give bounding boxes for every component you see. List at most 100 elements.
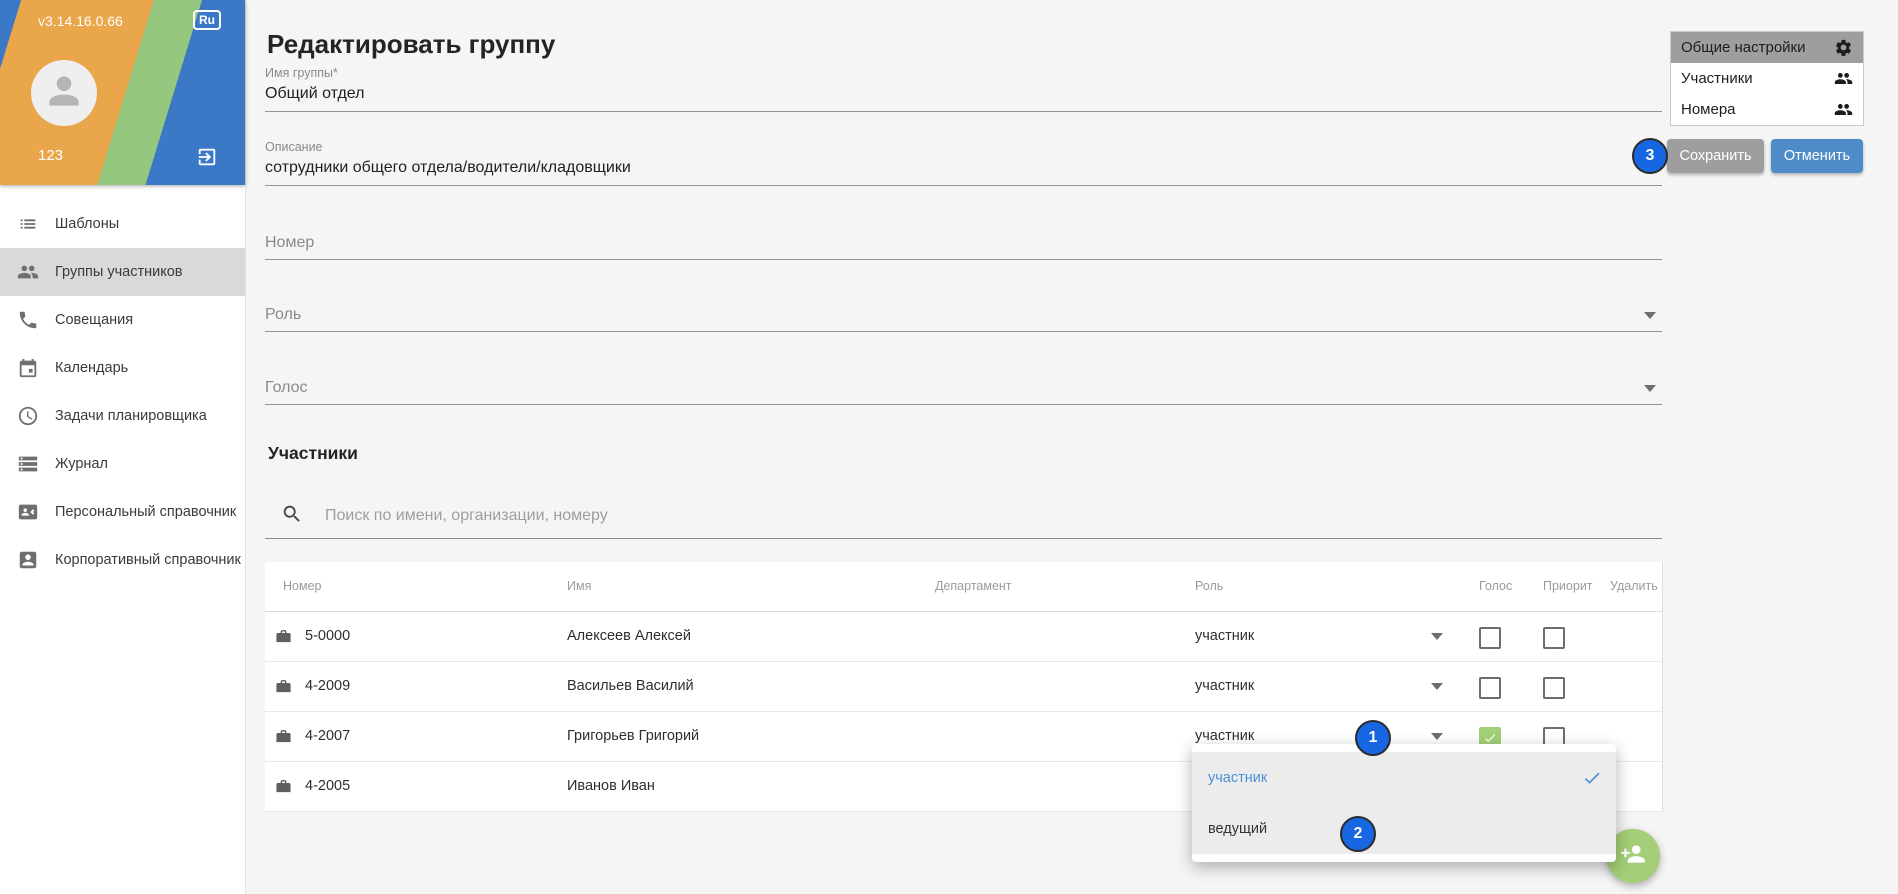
column-header: Удалить — [1610, 562, 1658, 611]
phone-icon — [17, 309, 39, 331]
column-header: Роль — [1195, 562, 1223, 611]
role-option-1[interactable]: участник — [1192, 752, 1616, 803]
group-icon — [17, 261, 39, 283]
person-add-icon — [1620, 841, 1646, 867]
briefcase-icon — [275, 778, 292, 795]
group-name-value: Общий отдел — [265, 85, 364, 103]
participant-number: 4-2009 — [305, 662, 350, 711]
logout-icon[interactable] — [196, 146, 218, 173]
sidebar-item-4[interactable]: Календарь — [0, 344, 245, 392]
description-label: Описание — [265, 140, 323, 154]
idcard-icon — [17, 549, 39, 571]
sidebar: v3.14.16.0.66 Ru 123 Шаблоны Группы участ… — [0, 0, 246, 894]
settings-tab-label: Общие настройки — [1681, 39, 1806, 56]
role-option-list: участник ведущий — [1192, 752, 1616, 854]
participant-name: Иванов Иван — [567, 762, 655, 811]
voice-label: Голос — [265, 379, 308, 397]
priority-checkbox[interactable] — [1543, 677, 1565, 699]
briefcase-icon — [275, 628, 292, 645]
priority-checkbox[interactable] — [1543, 627, 1565, 649]
sidebar-item-6[interactable]: Журнал — [0, 440, 245, 488]
voice-checkbox[interactable] — [1479, 677, 1501, 699]
column-header: Имя — [567, 562, 591, 611]
group-name-field[interactable]: Имя группы* Общий отдел — [265, 60, 1662, 112]
sidebar-item-3[interactable]: Совещания — [0, 296, 245, 344]
app-version: v3.14.16.0.66 — [38, 13, 123, 29]
table-header: НомерИмяДепартаментРольГолосПриоритУдали… — [265, 562, 1662, 612]
sidebar-item-label: Журнал — [55, 456, 108, 472]
check-icon — [1582, 768, 1602, 788]
settings-tab-1[interactable]: Общие настройки — [1671, 32, 1863, 63]
voice-checkbox[interactable] — [1479, 627, 1501, 649]
settings-tab-3[interactable]: Номера — [1671, 94, 1863, 125]
participants-heading: Участники — [268, 443, 358, 464]
clock-icon — [17, 405, 39, 427]
voice-select[interactable]: Голос — [265, 355, 1662, 405]
chevron-down-icon[interactable] — [1644, 312, 1656, 319]
cancel-button[interactable]: Отменить — [1771, 139, 1863, 173]
participant-name: Алексеев Алексей — [567, 612, 691, 661]
sidebar-item-5[interactable]: Задачи планировщика — [0, 392, 245, 440]
sidebar-item-8[interactable]: Корпоративный справочник — [0, 536, 245, 584]
participant-number: 4-2007 — [305, 712, 350, 761]
group-name-label: Имя группы* — [265, 66, 338, 80]
chevron-down-icon[interactable] — [1431, 633, 1443, 640]
check-icon — [1483, 731, 1497, 745]
participants-search — [265, 492, 1662, 539]
table-row: 5-0000 Алексеев Алексей участник — [265, 612, 1662, 662]
contacts-icon — [17, 501, 39, 523]
chevron-down-icon[interactable] — [1644, 385, 1656, 392]
participant-name: Григорьев Григорий — [567, 712, 699, 761]
description-field[interactable]: Описание сотрудники общего отдела/водите… — [265, 134, 1662, 186]
save-button[interactable]: Сохранить — [1667, 139, 1764, 173]
briefcase-icon — [275, 728, 292, 745]
page-title: Редактировать группу — [267, 29, 555, 60]
sidebar-item-7[interactable]: Персональный справочник — [0, 488, 245, 536]
column-header: Приорит — [1543, 562, 1593, 611]
calendar-icon — [17, 357, 39, 379]
role-select[interactable]: Роль — [265, 282, 1662, 332]
step-badge-2: 2 — [1340, 816, 1376, 852]
sidebar-item-1[interactable]: Шаблоны — [0, 200, 245, 248]
chevron-down-icon[interactable] — [1431, 733, 1443, 740]
column-header: Номер — [283, 562, 321, 611]
sidebar-item-label: Календарь — [55, 360, 128, 376]
sidebar-item-label: Персональный справочник — [55, 504, 236, 520]
group-icon — [1834, 100, 1853, 119]
sidebar-item-label: Совещания — [55, 312, 133, 328]
role-label: Роль — [265, 306, 301, 324]
briefcase-icon — [275, 678, 292, 695]
role-dropdown-menu: участник ведущий — [1192, 744, 1616, 862]
search-input[interactable] — [323, 498, 1527, 534]
username: 123 — [38, 147, 63, 164]
number-label: Номер — [265, 234, 314, 252]
column-header: Голос — [1479, 562, 1512, 611]
list-icon — [17, 213, 39, 235]
exit-icon — [196, 146, 218, 168]
participant-role-select[interactable]: участник — [1195, 612, 1254, 661]
step-badge-1: 1 — [1355, 720, 1391, 756]
role-option-2[interactable]: ведущий — [1192, 803, 1616, 854]
sidebar-item-label: Шаблоны — [55, 216, 119, 232]
chevron-down-icon[interactable] — [1431, 683, 1443, 690]
settings-panel: Общие настройки Участники Номера — [1670, 31, 1864, 126]
settings-tab-label: Номера — [1681, 101, 1736, 118]
sidebar-menu: Шаблоны Группы участников Совещания Календа… — [0, 200, 245, 584]
search-icon — [281, 503, 303, 525]
description-value: сотрудники общего отдела/водители/кладов… — [265, 159, 631, 177]
avatar — [31, 60, 97, 126]
participant-role-select[interactable]: участник — [1195, 662, 1254, 711]
settings-tab-2[interactable]: Участники — [1671, 63, 1863, 94]
table-row: 4-2009 Васильев Василий участник — [265, 662, 1662, 712]
participant-number: 5-0000 — [305, 612, 350, 661]
participant-name: Васильев Василий — [567, 662, 694, 711]
role-option-label: участник — [1208, 770, 1267, 786]
language-badge[interactable]: Ru — [193, 10, 221, 30]
step-badge-3: 3 — [1632, 138, 1668, 174]
role-option-label: ведущий — [1208, 821, 1267, 837]
sidebar-item-2[interactable]: Группы участников — [0, 248, 245, 296]
number-field[interactable]: Номер — [265, 210, 1662, 260]
person-add-icon — [1620, 841, 1646, 872]
participant-number: 4-2005 — [305, 762, 350, 811]
settings-tab-label: Участники — [1681, 70, 1753, 87]
